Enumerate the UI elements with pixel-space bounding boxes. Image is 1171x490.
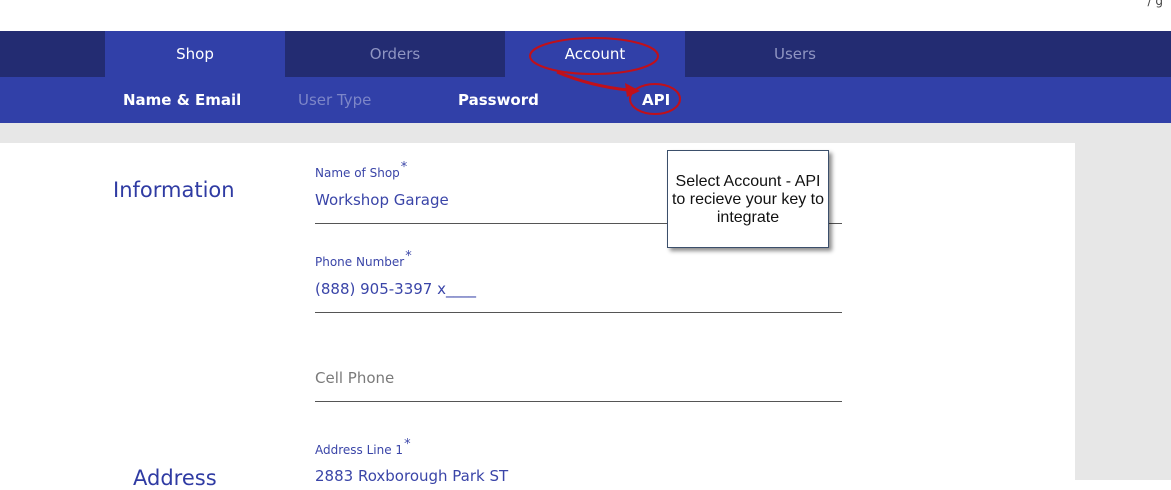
phone-underline xyxy=(315,312,842,313)
address1-label: Address Line 1* xyxy=(315,437,411,457)
required-marker: * xyxy=(400,160,408,175)
required-marker: * xyxy=(405,249,412,264)
address1-input[interactable]: 2883 Roxborough Park ST xyxy=(315,467,508,485)
instruction-callout: Select Account - API to recieve your key… xyxy=(667,150,829,248)
tab-account[interactable]: Account xyxy=(505,31,685,77)
sub-nav: Name & Email User Type Password API xyxy=(0,77,1171,123)
truncated-header-glyph: / g xyxy=(1147,0,1163,8)
tab-shop[interactable]: Shop xyxy=(105,31,285,77)
subnav-password[interactable]: Password xyxy=(458,77,539,123)
required-marker: * xyxy=(404,437,411,452)
subnav-api[interactable]: API xyxy=(642,77,670,123)
section-title-information: Information xyxy=(113,178,235,202)
top-white-bar: / g xyxy=(0,0,1171,31)
subnav-name-email[interactable]: Name & Email xyxy=(123,77,241,123)
subnav-user-type[interactable]: User Type xyxy=(298,77,371,123)
section-title-address: Address xyxy=(133,466,217,490)
phone-input[interactable]: (888) 905-3397 x____ xyxy=(315,280,476,298)
tab-orders[interactable]: Orders xyxy=(305,31,485,77)
shop-name-label: Name of Shop* xyxy=(315,160,408,180)
shop-name-input[interactable]: Workshop Garage xyxy=(315,191,449,209)
main-nav: Shop Orders Account Users xyxy=(0,31,1171,77)
cell-phone-input[interactable]: Cell Phone xyxy=(315,369,394,387)
tab-users[interactable]: Users xyxy=(705,31,885,77)
cell-phone-underline xyxy=(315,401,842,402)
phone-label: Phone Number* xyxy=(315,249,412,269)
